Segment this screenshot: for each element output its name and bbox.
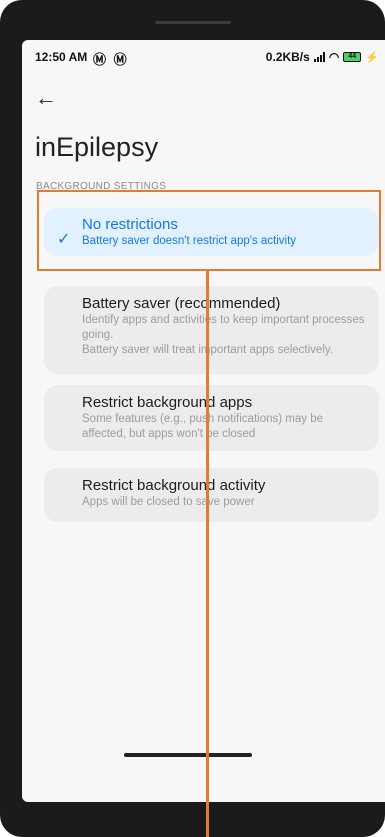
page-title: inEpilepsy [35,132,159,162]
speaker-grille [155,21,231,24]
battery-level: 44 [348,53,357,60]
option-restrict-background-activity[interactable]: Restrict background activity Apps will b… [44,468,379,522]
option-restrict-background-apps[interactable]: Restrict background apps Some features (… [44,385,379,451]
notification-icons: Ⓜ Ⓜ [93,52,129,67]
screen: 12:50 AM Ⓜ Ⓜ 0.2KB/s ◠ 44 ⚡ ← inEpilepsy… [22,40,385,802]
net-speed: 0.2KB/s [265,50,310,64]
annotation-highlight-box [37,190,381,271]
option-title: Restrict background apps [82,394,253,411]
home-indicator[interactable] [124,753,252,757]
option-description: Identify apps and activities to keep imp… [82,314,365,356]
option-description: Some features (e.g., push notifications)… [82,413,323,440]
option-title: Battery saver (recommended) [82,295,281,312]
status-right: 0.2KB/s ◠ 44 ⚡ [266,50,379,64]
phone-frame: 12:50 AM Ⓜ Ⓜ 0.2KB/s ◠ 44 ⚡ ← inEpilepsy… [0,0,385,837]
status-time: 12:50 AM [35,50,88,64]
signal-icon [313,52,325,62]
battery-icon: 44 [343,52,362,62]
back-arrow-icon[interactable]: ← [35,87,65,112]
charging-icon: ⚡ [365,51,379,64]
wifi-icon: ◠ [328,50,340,64]
option-battery-saver[interactable]: Battery saver (recommended) Identify app… [44,286,379,374]
option-title: Restrict background activity [82,477,266,494]
option-description: Apps will be closed to save power [82,496,255,508]
annotation-pointer-line [206,271,209,837]
status-bar: 12:50 AM Ⓜ Ⓜ 0.2KB/s ◠ 44 ⚡ [22,40,385,72]
